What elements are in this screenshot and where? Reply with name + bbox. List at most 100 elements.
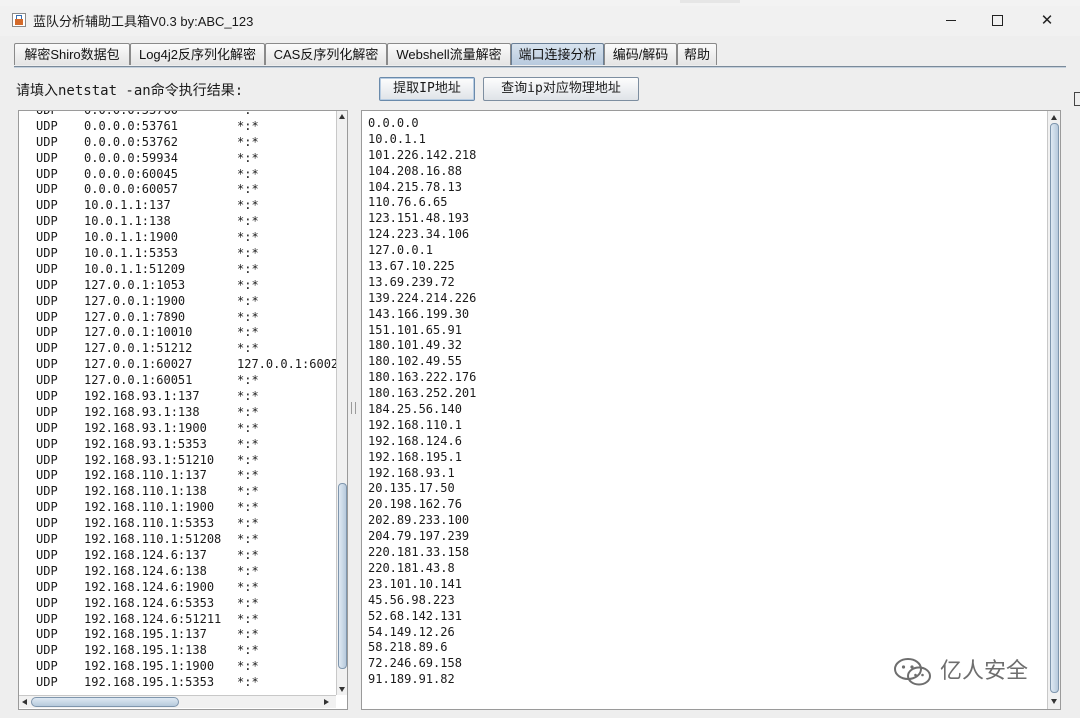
netstat-local-address: 192.168.124.6:138 [84, 563, 207, 578]
maximize-button[interactable] [974, 6, 1020, 36]
netstat-foreign-address: *:* [237, 468, 259, 483]
ip-result-line: 124.223.34.106 [368, 227, 470, 242]
netstat-local-address: 10.0.1.1:1900 [84, 230, 178, 245]
netstat-local-address: 192.168.124.6:51211 [84, 611, 222, 626]
netstat-row: UDP 10.0.1.1:5353 *:* [19, 246, 337, 262]
netstat-foreign-address: *:* [237, 118, 259, 133]
netstat-foreign-address: *:* [237, 627, 259, 642]
netstat-local-address: 192.168.110.1:5353 [84, 516, 215, 531]
netstat-proto: UDP [36, 484, 58, 499]
ip-result-line: 127.0.0.1 [368, 243, 434, 258]
netstat-proto: UDP [36, 627, 58, 642]
netstat-row: UDP 0.0.0.0:53761 *:* [19, 119, 337, 135]
netstat-proto: UDP [36, 643, 58, 658]
netstat-proto: UDP [36, 357, 58, 372]
netstat-foreign-address: *:* [237, 643, 259, 658]
scroll-left-icon[interactable] [22, 699, 27, 705]
netstat-foreign-address: *:* [237, 341, 259, 356]
netstat-foreign-address: *:* [237, 659, 259, 674]
netstat-proto: UDP [36, 468, 58, 483]
ip-result-line: 220.181.43.8 [368, 560, 455, 575]
ip-result-line: 184.25.56.140 [368, 402, 462, 417]
tab-divider-highlight [14, 67, 1066, 68]
tab-help[interactable]: 帮助 [677, 43, 717, 65]
netstat-proto: UDP [36, 595, 58, 610]
netstat-row: UDP 0.0.0.0:60045 *:* [19, 167, 337, 183]
netstat-input-textarea[interactable]: UDP 0.0.0.0:53760 *:* UDP 0.0.0.0:53761 *:* UD… [18, 110, 348, 710]
netstat-row: UDP 10.0.1.1:138 *:* [19, 214, 337, 230]
netstat-foreign-address: *:* [237, 277, 259, 292]
ip-scroll-thumb[interactable] [1050, 123, 1059, 693]
ip-result-line: 20.135.17.50 [368, 481, 455, 496]
netstat-proto: UDP [36, 230, 58, 245]
ip-result-line: 192.168.124.6 [368, 433, 462, 448]
netstat-proto: UDP [36, 182, 58, 197]
lookup-location-button[interactable]: 查询ip对应物理地址 [483, 77, 639, 101]
scroll-down-icon[interactable] [339, 687, 345, 692]
netstat-scroll-thumb[interactable] [338, 483, 347, 669]
netstat-proto: UDP [36, 404, 58, 419]
tab-shiro-decrypt[interactable]: 解密Shiro数据包 [14, 43, 130, 65]
netstat-proto: UDP [36, 134, 58, 149]
netstat-foreign-address: *:* [237, 150, 259, 165]
ip-result-textarea[interactable]: 0.0.0.0 10.0.1.1 101.226.142.218 104.208.16… [361, 110, 1061, 710]
scroll-right-icon[interactable] [324, 699, 329, 705]
scroll-down-icon[interactable] [1051, 699, 1057, 704]
ip-result-line: 104.215.78.13 [368, 179, 462, 194]
netstat-local-address: 0.0.0.0:53762 [84, 134, 178, 149]
netstat-proto: UDP [36, 516, 58, 531]
ip-vertical-scrollbar[interactable] [1047, 111, 1060, 709]
watermark-text: 亿人安全 [940, 659, 1029, 684]
netstat-hscroll-thumb[interactable] [31, 697, 179, 707]
netstat-foreign-address: 127.0.0.1:60027 [237, 357, 346, 372]
netstat-foreign-address: *:* [237, 675, 259, 690]
netstat-local-address: 0.0.0.0:59934 [84, 150, 178, 165]
netstat-proto: UDP [36, 563, 58, 578]
ip-result-line: 180.102.49.55 [368, 354, 462, 369]
netstat-row: UDP 127.0.0.1:60027 127.0.0.1:60027 [19, 357, 345, 373]
tab-port-connection-analysis[interactable]: 端口连接分析 [511, 43, 604, 65]
netstat-proto: UDP [36, 500, 58, 515]
tab-encode-decode[interactable]: 编码/解码 [604, 43, 677, 65]
tab-log4j2-deserialize[interactable]: Log4j2反序列化解密 [130, 43, 265, 65]
netstat-row: UDP 192.168.93.1:51210 *:* [19, 453, 337, 469]
ip-result-line: 192.168.110.1 [368, 417, 462, 432]
ip-result-line: 91.189.91.82 [368, 672, 455, 687]
netstat-foreign-address: *:* [237, 182, 259, 197]
minimize-button[interactable] [928, 6, 974, 36]
netstat-proto: UDP [36, 579, 58, 594]
netstat-foreign-address: *:* [237, 389, 259, 404]
extract-ip-button[interactable]: 提取IP地址 [379, 77, 475, 101]
netstat-row: UDP 127.0.0.1:7890 *:* [19, 310, 337, 326]
netstat-local-address: 10.0.1.1:137 [84, 198, 171, 213]
netstat-row: UDP 0.0.0.0:60057 *:* [19, 182, 337, 198]
ip-result-line: 23.101.10.141 [368, 576, 462, 591]
netstat-local-address: 192.168.93.1:1900 [84, 420, 207, 435]
netstat-row: UDP 192.168.110.1:138 *:* [19, 484, 337, 500]
netstat-proto: UDP [36, 277, 58, 292]
netstat-proto: UDP [36, 150, 58, 165]
netstat-proto: UDP [36, 325, 58, 340]
netstat-local-address: 0.0.0.0:60045 [84, 166, 178, 181]
scroll-up-icon[interactable] [339, 114, 345, 119]
netstat-foreign-address: *:* [237, 452, 259, 467]
netstat-local-address: 192.168.195.1:1900 [84, 659, 215, 674]
netstat-horizontal-scrollbar[interactable] [19, 695, 336, 708]
split-pane-divider[interactable] [351, 402, 356, 414]
netstat-foreign-address: *:* [237, 166, 259, 181]
netstat-proto: UDP [36, 436, 58, 451]
netstat-foreign-address: *:* [237, 325, 259, 340]
netstat-proto: UDP [36, 373, 58, 388]
netstat-foreign-address: *:* [237, 293, 259, 308]
netstat-foreign-address: *:* [237, 373, 259, 388]
tab-cas-deserialize[interactable]: CAS反序列化解密 [265, 43, 387, 65]
netstat-foreign-address: *:* [237, 214, 259, 229]
close-button[interactable]: ✕ [1024, 6, 1070, 36]
tab-webshell-decrypt[interactable]: Webshell流量解密 [387, 43, 511, 65]
netstat-vertical-scrollbar[interactable] [336, 111, 347, 695]
netstat-foreign-address: *:* [237, 547, 259, 562]
scroll-up-icon[interactable] [1051, 115, 1057, 120]
netstat-local-address: 127.0.0.1:1053 [84, 277, 186, 292]
netstat-local-address: 0.0.0.0:53761 [84, 118, 178, 133]
ip-result-line: 180.163.222.176 [368, 370, 477, 385]
